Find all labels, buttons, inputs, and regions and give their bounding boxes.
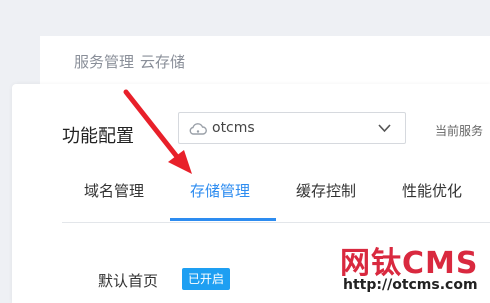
tab-bar: 域名管理 存储管理 缓存控制 性能优化: [62, 168, 490, 223]
chevron-down-icon: [378, 124, 391, 133]
current-service-label: 当前服务: [435, 124, 484, 138]
tab-domain-management[interactable]: 域名管理: [84, 180, 144, 201]
default-homepage-label: 默认首页: [98, 272, 159, 290]
watermark-url: http://otcms.com: [343, 277, 478, 293]
breadcrumb-service-management[interactable]: 服务管理: [74, 53, 134, 71]
bucket-select[interactable]: otcms: [178, 112, 406, 144]
breadcrumb-cloud-storage: 云存储: [140, 53, 186, 71]
active-tab-indicator: [170, 218, 276, 221]
status-badge[interactable]: 已开启: [182, 268, 231, 290]
watermark-brand: 网钛CMS: [340, 246, 479, 281]
tab-cache-control[interactable]: 缓存控制: [296, 180, 356, 201]
section-title: 功能配置: [62, 126, 134, 147]
breadcrumb: 服务管理 云存储: [74, 51, 185, 72]
tab-performance-optimization[interactable]: 性能优化: [402, 180, 462, 201]
top-band: [0, 0, 490, 36]
cloud-icon: [189, 123, 207, 135]
bucket-select-value: otcms: [212, 120, 255, 136]
header-card: 服务管理 云存储: [40, 36, 490, 85]
tab-storage-management[interactable]: 存储管理: [190, 180, 250, 201]
